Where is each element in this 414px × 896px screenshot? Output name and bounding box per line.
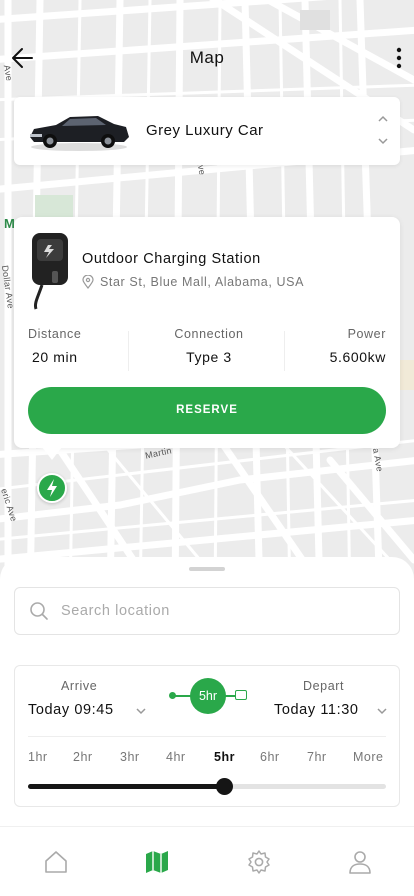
car-image <box>30 116 129 151</box>
hour-option-selected[interactable]: 5hr <box>214 750 235 764</box>
home-icon[interactable] <box>43 849 69 875</box>
search-box[interactable] <box>14 587 400 635</box>
hour-option[interactable]: 2hr <box>73 750 93 764</box>
more-vertical-icon[interactable] <box>392 45 406 71</box>
connection-stat: Connection Type 3 <box>169 327 249 371</box>
chevron-down-icon[interactable] <box>376 706 388 716</box>
plug-icon <box>235 690 247 700</box>
hour-option[interactable]: 6hr <box>260 750 280 764</box>
vehicle-selector[interactable]: Grey Luxury Car <box>14 97 400 165</box>
connection-label: Connection <box>174 327 244 341</box>
slider-thumb[interactable] <box>216 778 234 795</box>
page-title: Map <box>189 48 225 67</box>
chevron-down-icon[interactable] <box>135 706 147 716</box>
top-bar: Map <box>0 38 414 78</box>
hour-option[interactable]: 4hr <box>166 750 186 764</box>
divider <box>128 331 129 371</box>
distance-value: 20 min <box>32 349 78 365</box>
power-stat: Power 5.600kw <box>314 327 386 371</box>
slider-fill <box>28 784 225 789</box>
duration-bubble: 5hr <box>190 678 226 714</box>
hour-options: 1hr 2hr 3hr 4hr 5hr 6hr 7hr More <box>28 750 388 770</box>
charging-schedule: Arrive Today 09:45 5hr Depart Today 11:3… <box>14 665 400 807</box>
duration-indicator: 5hr <box>169 676 249 716</box>
settings-icon[interactable] <box>246 849 272 875</box>
search-input[interactable] <box>61 598 381 624</box>
charging-station-marker[interactable] <box>37 473 67 503</box>
chevron-up-down-icon[interactable] <box>376 113 390 147</box>
duration-slider[interactable] <box>28 776 386 796</box>
power-label: Power <box>347 327 386 341</box>
station-address: Star St, Blue Mall, Alabama, USA <box>100 275 305 289</box>
charger-image <box>32 233 68 310</box>
hour-option[interactable]: More <box>353 750 383 764</box>
divider <box>284 331 285 371</box>
connection-value: Type 3 <box>186 349 232 365</box>
map-icon[interactable] <box>144 849 170 875</box>
profile-icon[interactable] <box>347 849 373 875</box>
station-card: Outdoor Charging Station Star St, Blue M… <box>14 217 400 460</box>
arrive-label: Arrive <box>61 679 98 693</box>
reserve-button[interactable]: RESERVE <box>28 387 386 434</box>
hour-option[interactable]: 1hr <box>28 750 48 764</box>
distance-stat: Distance 20 min <box>28 327 81 371</box>
power-value: 5.600kw <box>329 349 386 365</box>
search-icon <box>30 602 48 620</box>
station-name: Outdoor Charging Station <box>82 251 261 267</box>
arrive-time-select[interactable]: Today 09:45 <box>28 702 114 718</box>
distance-label: Distance <box>28 327 82 341</box>
lightning-icon <box>47 479 57 497</box>
start-dot <box>169 692 176 699</box>
hour-option[interactable]: 3hr <box>120 750 140 764</box>
map-pin-icon <box>82 275 94 289</box>
divider <box>28 736 386 737</box>
hour-option[interactable]: 7hr <box>307 750 327 764</box>
tab-bar <box>0 826 414 896</box>
vehicle-name: Grey Luxury Car <box>146 122 264 139</box>
station-stats: Distance 20 min Connection Type 3 Power … <box>14 327 400 377</box>
card-pointer <box>42 447 62 460</box>
depart-time-select[interactable]: Today 11:30 <box>274 702 359 718</box>
sheet-handle[interactable] <box>189 567 225 571</box>
depart-label: Depart <box>303 679 345 693</box>
